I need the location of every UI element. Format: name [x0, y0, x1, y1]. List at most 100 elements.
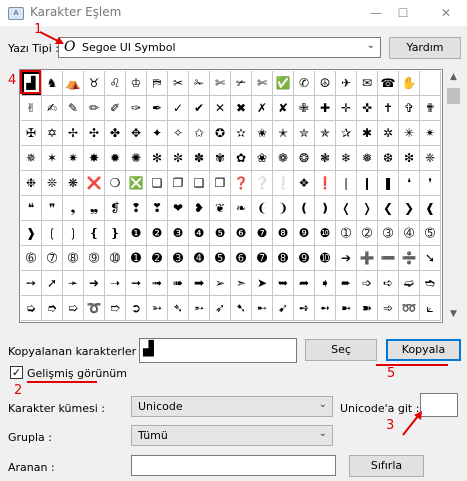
help-button[interactable]: Yardım — [389, 37, 461, 59]
character-cell[interactable]: ➿ — [399, 296, 420, 321]
character-cell[interactable]: ➡ — [189, 271, 210, 296]
maximize-button[interactable]: ☐ — [385, 0, 421, 26]
character-cell[interactable]: ✎ — [63, 96, 84, 121]
character-cell[interactable]: ❜ — [420, 171, 441, 196]
character-cell[interactable]: ➑ — [273, 246, 294, 271]
character-cell[interactable]: ❭ — [357, 196, 378, 221]
character-cell[interactable]: ✁ — [189, 71, 210, 96]
character-cell[interactable]: ✪ — [210, 121, 231, 146]
character-cell[interactable]: ✔ — [189, 96, 210, 121]
character-cell[interactable]: ✼ — [168, 146, 189, 171]
character-cell[interactable]: ✝ — [378, 96, 399, 121]
character-cell[interactable]: ❠ — [84, 196, 105, 221]
copy-button[interactable]: Kopyala — [386, 339, 461, 361]
character-cell[interactable]: ✒ — [147, 96, 168, 121]
character-cell[interactable]: ➼ — [336, 296, 357, 321]
character-cell[interactable]: ❴ — [84, 221, 105, 246]
character-cell[interactable]: ➁ — [357, 221, 378, 246]
character-cell[interactable]: ❎ — [126, 171, 147, 196]
character-cell[interactable]: ✳ — [399, 121, 420, 146]
character-cell[interactable]: ➯ — [63, 296, 84, 321]
character-cell[interactable]: ➗ — [399, 246, 420, 271]
character-cell[interactable]: ➃ — [399, 221, 420, 246]
character-cell[interactable]: ❇ — [399, 146, 420, 171]
advanced-view-label[interactable]: Gelişmiş görünüm — [27, 367, 127, 380]
character-cell[interactable]: ❨ — [252, 196, 273, 221]
character-cell[interactable]: ➌ — [168, 246, 189, 271]
copy-chars-field[interactable]: ▟ — [139, 338, 297, 363]
character-cell[interactable]: ✮ — [294, 121, 315, 146]
character-cell[interactable]: ✺ — [126, 146, 147, 171]
character-cell[interactable]: ❪ — [294, 196, 315, 221]
character-cell[interactable]: ➩ — [357, 271, 378, 296]
character-cell[interactable]: ❼ — [252, 221, 273, 246]
character-cell[interactable]: ❂ — [294, 146, 315, 171]
character-cell[interactable]: ❡ — [105, 196, 126, 221]
character-cell[interactable]: ➽ — [357, 296, 378, 321]
font-select[interactable]: O Segoe UI Symbol ⌄ — [58, 37, 381, 58]
character-cell[interactable]: ➜ — [84, 271, 105, 296]
character-cell[interactable]: ➣ — [231, 271, 252, 296]
character-cell[interactable]: ✌ — [21, 96, 42, 121]
reset-button[interactable]: Sıfırla — [349, 455, 424, 477]
character-cell[interactable]: ➪ — [378, 271, 399, 296]
character-cell[interactable]: ✻ — [147, 146, 168, 171]
character-cell[interactable]: ➏ — [231, 246, 252, 271]
character-cell[interactable]: ✞ — [399, 96, 420, 121]
character-cell[interactable]: ❃ — [315, 146, 336, 171]
character-cell[interactable]: ✃ — [231, 71, 252, 96]
character-cell[interactable]: ➰ — [84, 296, 105, 321]
character-cell[interactable]: ➝ — [105, 271, 126, 296]
character-cell[interactable]: ✖ — [231, 96, 252, 121]
character-cell[interactable]: ➒ — [294, 246, 315, 271]
character-cell[interactable]: ❵ — [105, 221, 126, 246]
character-cell[interactable]: ➦ — [294, 271, 315, 296]
character-cell[interactable]: ➈ — [84, 246, 105, 271]
character-cell[interactable]: ✲ — [378, 121, 399, 146]
character-cell[interactable]: ✸ — [84, 146, 105, 171]
character-cell[interactable]: ➟ — [147, 271, 168, 296]
character-cell[interactable]: ➍ — [189, 246, 210, 271]
character-cell[interactable]: ❺ — [210, 221, 231, 246]
character-cell[interactable]: ❢ — [126, 196, 147, 221]
character-cell[interactable]: ➎ — [210, 246, 231, 271]
character-cell[interactable]: ✚ — [315, 96, 336, 121]
search-input[interactable] — [131, 455, 336, 476]
character-cell[interactable]: ➫ — [399, 271, 420, 296]
charset-select[interactable]: Unicode ⌄ — [131, 396, 333, 417]
character-cell[interactable]: ✄ — [210, 71, 231, 96]
character-cell[interactable]: ✾ — [210, 146, 231, 171]
character-cell[interactable]: ➱ — [105, 296, 126, 321]
character-cell[interactable]: ❖ — [294, 171, 315, 196]
character-cell[interactable]: ❸ — [168, 221, 189, 246]
character-cell[interactable]: ❚ — [378, 171, 399, 196]
advanced-view-checkbox[interactable]: ✓ — [10, 366, 23, 379]
character-cell[interactable]: ➷ — [231, 296, 252, 321]
character-cell[interactable]: ☮ — [315, 71, 336, 96]
character-cell[interactable]: ❄ — [336, 146, 357, 171]
character-cell[interactable]: ❓ — [231, 171, 252, 196]
character-cell[interactable]: ❙ — [357, 171, 378, 196]
character-cell[interactable]: ➙ — [21, 271, 42, 296]
character-cell[interactable]: ➲ — [126, 296, 147, 321]
character-cell[interactable]: ➛ — [63, 271, 84, 296]
character-cell[interactable]: ➆ — [42, 246, 63, 271]
character-cell[interactable]: ➅ — [21, 246, 42, 271]
character-cell[interactable]: ➴ — [168, 296, 189, 321]
character-cell[interactable]: ➻ — [315, 296, 336, 321]
character-cell[interactable]: ✽ — [189, 146, 210, 171]
character-cell[interactable]: ❒ — [210, 171, 231, 196]
scroll-thumb[interactable] — [447, 88, 460, 104]
character-cell[interactable]: ✓ — [168, 96, 189, 121]
character-cell[interactable]: ❉ — [21, 171, 42, 196]
character-cell[interactable]: ➶ — [210, 296, 231, 321]
character-cell[interactable]: ✛ — [336, 96, 357, 121]
character-cell[interactable]: ❈ — [420, 146, 441, 171]
character-cell[interactable]: ❬ — [336, 196, 357, 221]
character-cell[interactable]: ➤ — [252, 271, 273, 296]
character-cell[interactable]: ✣ — [84, 121, 105, 146]
character-cell[interactable]: ♔ — [126, 71, 147, 96]
character-cell[interactable]: ✬ — [252, 121, 273, 146]
character-cell[interactable]: ❤ — [168, 196, 189, 221]
character-cell[interactable]: ❯ — [399, 196, 420, 221]
